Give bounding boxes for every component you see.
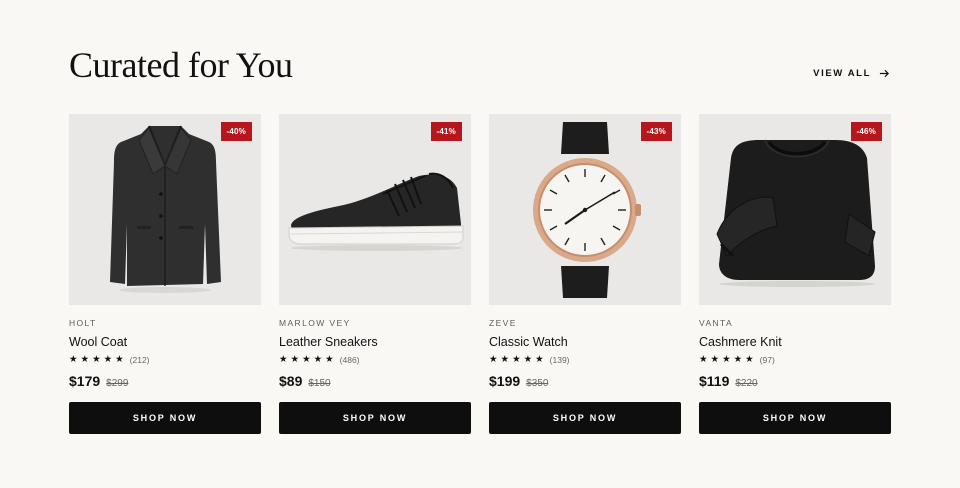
section-title: Curated for You bbox=[69, 45, 293, 85]
star-icon: ★ bbox=[313, 354, 323, 366]
product-grid: -40% HOLT Wool Coat ★ ★ ★ ★ ★ (212) $179… bbox=[69, 114, 891, 434]
star-icon: ★ bbox=[489, 354, 498, 366]
shop-now-button[interactable]: SHOP NOW bbox=[489, 402, 681, 434]
original-price: $299 bbox=[106, 378, 129, 389]
star-icon: ★ bbox=[279, 354, 288, 366]
product-name[interactable]: Classic Watch bbox=[489, 335, 681, 349]
review-count: (486) bbox=[339, 355, 360, 365]
product-card: -43% ZEVE Classic Watch ★ ★ ★ ★ ★ (139) … bbox=[489, 114, 681, 434]
star-icon: ★ bbox=[69, 354, 78, 366]
sneaker-image bbox=[279, 114, 471, 305]
star-icon: ★ bbox=[733, 354, 743, 366]
shop-now-button[interactable]: SHOP NOW bbox=[69, 402, 261, 434]
shop-now-button[interactable]: SHOP NOW bbox=[699, 402, 891, 434]
star-icon: ★ bbox=[290, 354, 300, 366]
star-icon: ★ bbox=[710, 354, 720, 366]
sale-price: $179 bbox=[69, 373, 101, 389]
product-image-coat[interactable]: -40% bbox=[69, 114, 261, 305]
star-icon: ★ bbox=[302, 354, 311, 366]
product-name[interactable]: Wool Coat bbox=[69, 335, 261, 349]
product-image-watch[interactable]: -43% bbox=[489, 114, 681, 305]
star-icon: ★ bbox=[699, 354, 708, 366]
star-icon: ★ bbox=[103, 354, 113, 366]
star-icon: ★ bbox=[722, 354, 731, 366]
star-icon: ★ bbox=[115, 354, 124, 366]
shop-now-button[interactable]: SHOP NOW bbox=[279, 402, 471, 434]
star-icon: ★ bbox=[535, 354, 544, 366]
discount-badge: -41% bbox=[430, 122, 462, 141]
star-icon: ★ bbox=[523, 354, 533, 366]
star-icon: ★ bbox=[92, 354, 101, 366]
product-rating: ★ ★ ★ ★ ★ (212) bbox=[69, 355, 261, 365]
sale-price: $89 bbox=[279, 373, 303, 389]
product-card: -41% MARLOW VEY Leather Sneakers ★ ★ ★ ★… bbox=[279, 114, 471, 434]
view-all-link[interactable]: VIEW ALL bbox=[813, 68, 890, 79]
star-icon: ★ bbox=[745, 354, 754, 366]
discount-badge: -43% bbox=[640, 122, 672, 141]
product-image-knit[interactable]: -46% bbox=[699, 114, 891, 305]
original-price: $150 bbox=[308, 378, 331, 389]
view-all-label: VIEW ALL bbox=[813, 68, 871, 79]
sale-price: $199 bbox=[489, 373, 521, 389]
original-price: $350 bbox=[526, 378, 549, 389]
product-prices: $199 $350 bbox=[489, 373, 681, 389]
review-count: (139) bbox=[549, 355, 570, 365]
product-prices: $179 $299 bbox=[69, 373, 261, 389]
star-icon: ★ bbox=[80, 354, 90, 366]
star-icon: ★ bbox=[512, 354, 521, 366]
knit-image bbox=[699, 114, 891, 305]
watch-image bbox=[489, 114, 681, 305]
product-rating: ★ ★ ★ ★ ★ (97) bbox=[699, 355, 891, 365]
product-brand: HOLT bbox=[69, 318, 97, 328]
product-card: -40% HOLT Wool Coat ★ ★ ★ ★ ★ (212) $179… bbox=[69, 114, 261, 434]
product-prices: $119 $220 bbox=[699, 373, 891, 389]
star-icon: ★ bbox=[325, 354, 334, 366]
sale-price: $119 bbox=[699, 373, 730, 389]
star-icon: ★ bbox=[500, 354, 510, 366]
review-count: (212) bbox=[129, 355, 150, 365]
product-brand: MARLOW VEY bbox=[279, 318, 351, 328]
discount-badge: -40% bbox=[220, 122, 252, 141]
product-name[interactable]: Cashmere Knit bbox=[699, 335, 891, 349]
product-brand: ZEVE bbox=[489, 318, 517, 328]
product-rating: ★ ★ ★ ★ ★ (139) bbox=[489, 355, 681, 365]
product-card: -46% VANTA Cashmere Knit ★ ★ ★ ★ ★ (97) … bbox=[699, 114, 891, 434]
review-count: (97) bbox=[759, 355, 775, 365]
product-image-sneakers[interactable]: -41% bbox=[279, 114, 471, 305]
arrow-right-icon bbox=[879, 69, 890, 78]
discount-badge: -46% bbox=[850, 122, 882, 141]
product-brand: VANTA bbox=[699, 318, 734, 328]
product-prices: $89 $150 bbox=[279, 373, 471, 389]
product-rating: ★ ★ ★ ★ ★ (486) bbox=[279, 355, 471, 365]
coat-image bbox=[69, 114, 261, 305]
original-price: $220 bbox=[735, 378, 758, 389]
product-name[interactable]: Leather Sneakers bbox=[279, 335, 471, 349]
